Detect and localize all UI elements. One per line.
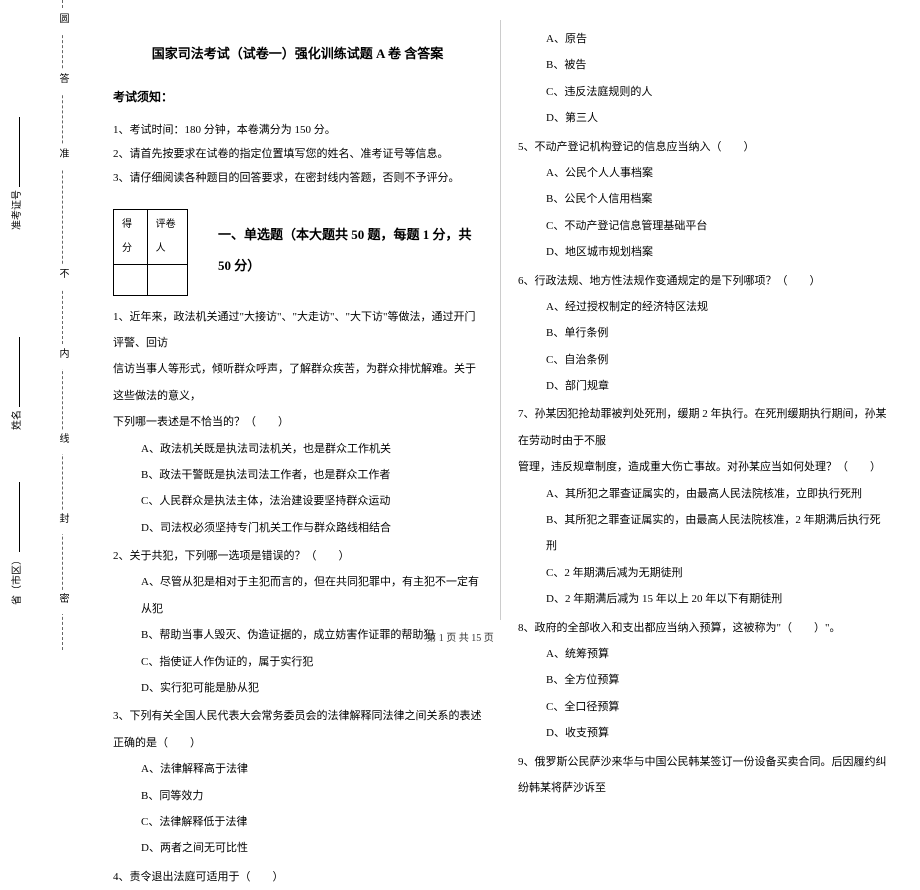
q5-opt-d: D、地区城市规划档案	[518, 239, 887, 265]
side-field-ticket: 准考证号	[8, 118, 23, 231]
right-column: A、原告 B、被告 C、违反法庭规则的人 D、第三人 5、不动产登记机构登记的信…	[500, 20, 905, 620]
q1-opt-b: B、政法干警既是执法司法工作者，也是群众工作者	[113, 462, 482, 488]
binding-margin: 圆 答 准 不 内 线 封 密 省（市区） 姓名 准考证号	[0, 0, 90, 650]
binding-char-6: 准	[55, 145, 70, 169]
q7-opt-c: C、2 年期满后减为无期徒刑	[518, 560, 887, 586]
binding-char-4: 内	[55, 345, 70, 369]
q6-opt-c: C、自治条例	[518, 347, 887, 373]
side-field-name: 姓名	[8, 338, 23, 431]
q1-stem-line1: 1、近年来，政法机关通过"大接访"、"大走访"、"大下访"等做法，通过开门评警、…	[113, 304, 482, 357]
score-box: 得分 评卷人	[113, 209, 188, 296]
q5-opt-a: A、公民个人人事档案	[518, 160, 887, 186]
q6-opt-a: A、经过授权制定的经济特区法规	[518, 294, 887, 320]
q3-opt-d: D、两者之间无可比性	[113, 835, 482, 861]
notice-2: 2、请首先按要求在试卷的指定位置填写您的姓名、准考证号等信息。	[113, 142, 482, 166]
section-1-title: 一、单选题（本大题共 50 题，每题 1 分，共 50 分）	[218, 219, 482, 281]
q3-opt-b: B、同等效力	[113, 783, 482, 809]
q8-opt-c: C、全口径预算	[518, 694, 887, 720]
binding-dashed-line	[62, 0, 63, 650]
score-label: 得分	[114, 209, 148, 264]
q7-opt-b: B、其所犯之罪查证属实的，由最高人民法院核准，2 年期满后执行死刑	[518, 507, 887, 560]
binding-char-7: 答	[55, 70, 70, 94]
q3-stem: 3、下列有关全国人民代表大会常务委员会的法律解释同法律之间关系的表述正确的是（ …	[113, 703, 482, 756]
q4-opt-c: C、违反法庭规则的人	[518, 79, 887, 105]
q4-stem: 4、责令退出法庭可适用于（ ）	[113, 864, 482, 890]
q1-opt-d: D、司法权必须坚持专门机关工作与群众路线相结合	[113, 515, 482, 541]
q1-opt-a: A、政法机关既是执法司法机关，也是群众工作机关	[113, 436, 482, 462]
ticket-blank	[10, 118, 20, 188]
binding-char-5: 不	[55, 265, 70, 289]
q4-opt-a: A、原告	[518, 26, 887, 52]
q5-opt-c: C、不动产登记信息管理基础平台	[518, 213, 887, 239]
page-footer: 第 1 页 共 15 页	[0, 629, 920, 644]
q6-opt-b: B、单行条例	[518, 320, 887, 346]
q8-opt-a: A、统筹预算	[518, 641, 887, 667]
q3-opt-a: A、法律解释高于法律	[113, 756, 482, 782]
left-column: 国家司法考试（试卷一）强化训练试题 A 卷 含答案 考试须知： 1、考试时间：1…	[95, 20, 500, 620]
q5-opt-b: B、公民个人信用档案	[518, 186, 887, 212]
notice-1: 1、考试时间：180 分钟，本卷满分为 150 分。	[113, 118, 482, 142]
name-blank	[10, 338, 20, 408]
score-cell	[114, 264, 148, 295]
q2-stem: 2、关于共犯，下列哪一选项是错误的？（ ）	[113, 543, 482, 569]
q8-opt-d: D、收支预算	[518, 720, 887, 746]
binding-char-2: 封	[55, 510, 70, 534]
province-label: 省（市区）	[8, 555, 23, 605]
q7-stem-line2: 管理，违反规章制度，造成重大伤亡事故。对孙某应当如何处理？（ ）	[518, 454, 887, 480]
q3-opt-c: C、法律解释低于法律	[113, 809, 482, 835]
column-divider	[500, 20, 501, 620]
q2-opt-d: D、实行犯可能是胁从犯	[113, 675, 482, 701]
q2-opt-a: A、尽管从犯是相对于主犯而言的，但在共同犯罪中，有主犯不一定有从犯	[113, 569, 482, 622]
notice-heading: 考试须知：	[113, 83, 482, 112]
notice-3: 3、请仔细阅读各种题目的回答要求，在密封线内答题，否则不予评分。	[113, 166, 482, 190]
exam-title: 国家司法考试（试卷一）强化训练试题 A 卷 含答案	[113, 38, 482, 69]
q7-opt-a: A、其所犯之罪查证属实的，由最高人民法院核准，立即执行死刑	[518, 481, 887, 507]
q4-opt-b: B、被告	[518, 52, 887, 78]
q6-opt-d: D、部门规章	[518, 373, 887, 399]
binding-char-1: 密	[55, 590, 70, 614]
q1-stem-line2: 信访当事人等形式，倾听群众呼声，了解群众疾苦，为群众排忧解难。关于这些做法的意义…	[113, 356, 482, 409]
marker-label: 评卷人	[147, 209, 187, 264]
binding-char-3: 线	[55, 430, 70, 454]
province-blank	[10, 483, 20, 553]
q2-opt-c: C、指使证人作伪证的，属于实行犯	[113, 649, 482, 675]
q9-stem: 9、俄罗斯公民萨沙来华与中国公民韩某签订一份设备买卖合同。后因履约纠纷韩某将萨沙…	[518, 749, 887, 802]
binding-char-top: 圆	[55, 10, 70, 34]
q4-opt-d: D、第三人	[518, 105, 887, 131]
name-label: 姓名	[8, 410, 23, 430]
ticket-label: 准考证号	[8, 190, 23, 230]
marker-cell	[147, 264, 187, 295]
q7-opt-d: D、2 年期满后减为 15 年以上 20 年以下有期徒刑	[518, 586, 887, 612]
side-field-province: 省（市区）	[8, 483, 23, 606]
q1-stem-line3: 下列哪一表述是不恰当的？（ ）	[113, 409, 482, 435]
page-content: 国家司法考试（试卷一）强化训练试题 A 卷 含答案 考试须知： 1、考试时间：1…	[95, 20, 905, 620]
q1-opt-c: C、人民群众是执法主体，法治建设要坚持群众运动	[113, 488, 482, 514]
q5-stem: 5、不动产登记机构登记的信息应当纳入（ ）	[518, 134, 887, 160]
q6-stem: 6、行政法规、地方性法规作变通规定的是下列哪项？（ ）	[518, 268, 887, 294]
q7-stem-line1: 7、孙某因犯抢劫罪被判处死刑，缓期 2 年执行。在死刑缓期执行期间，孙某在劳动时…	[518, 401, 887, 454]
q8-opt-b: B、全方位预算	[518, 667, 887, 693]
